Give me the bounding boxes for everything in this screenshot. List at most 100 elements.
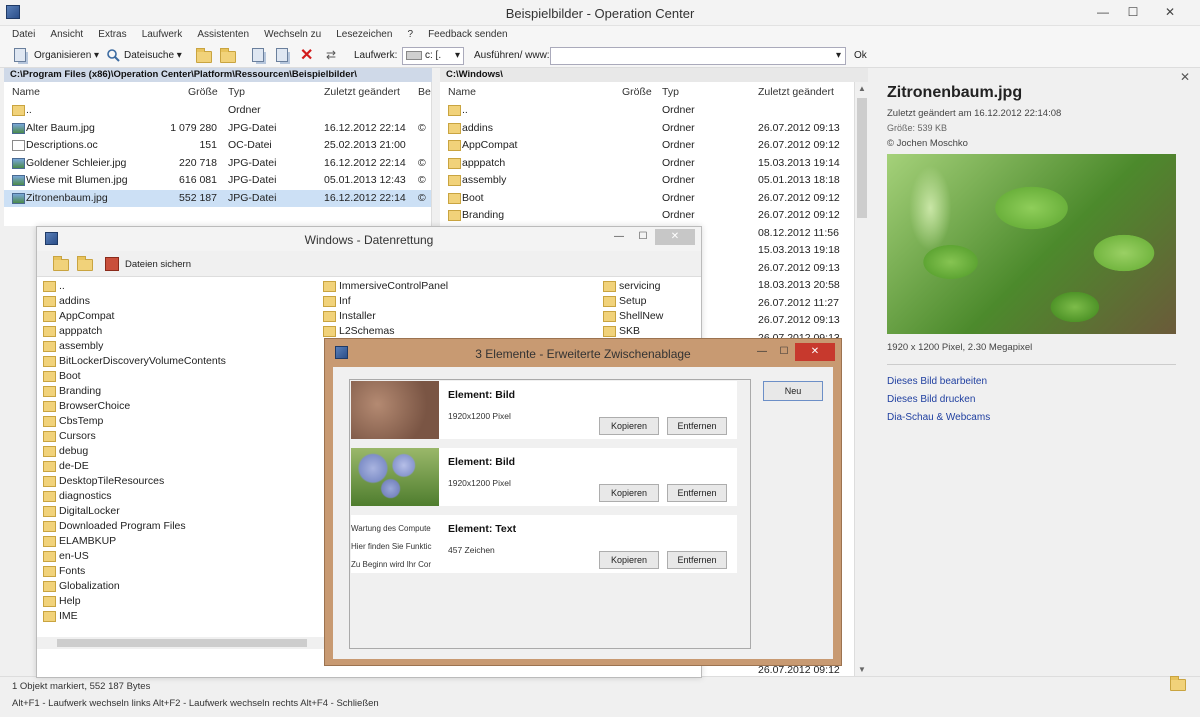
folder-list-item[interactable]: .. [43, 279, 65, 294]
table-row[interactable]: apppatch Ordner 15.03.2013 19:14 [440, 155, 852, 172]
folder-list-item[interactable]: de-DE [43, 459, 89, 474]
move-icon[interactable] [276, 48, 292, 64]
scroll-thumb[interactable] [857, 98, 867, 218]
folder-list-item[interactable]: IME [43, 609, 78, 624]
maximize-icon[interactable]: ☐ [773, 343, 795, 361]
close-icon[interactable]: ✕ [795, 343, 835, 361]
file-search-button[interactable]: Dateisuche ▾ [124, 47, 182, 65]
menu-item-lesezeichen[interactable]: Lesezeichen [336, 26, 392, 44]
folder-list-item[interactable]: Downloaded Program Files [43, 519, 186, 534]
menu-item-assistenten[interactable]: Assistenten [197, 26, 249, 44]
table-row[interactable]: Descriptions.oc 151 OC-Datei 25.02.2013 21:… [4, 137, 431, 154]
col-size[interactable]: Größe [622, 84, 652, 100]
minimize-icon[interactable]: — [751, 343, 773, 361]
clipboard-entry[interactable]: Wartung des Compute Hier finden Sie Funk… [351, 515, 737, 573]
folder-new-icon[interactable] [77, 256, 93, 275]
table-row[interactable]: addins Ordner 26.07.2012 09:13 [440, 120, 852, 137]
folder-up-icon[interactable] [196, 48, 212, 67]
folder-list-item[interactable]: apppatch [43, 324, 102, 339]
copy-button[interactable]: Kopieren [599, 551, 659, 569]
right-scrollbar[interactable]: ▲ ▼ [854, 82, 868, 676]
preview-image[interactable] [887, 154, 1176, 334]
left-file-panel[interactable]: Name Größe Typ Zuletzt geändert Be .. Ord… [4, 82, 432, 226]
folder-list-item[interactable]: Cursors [43, 429, 96, 444]
minimize-icon[interactable]: — [1088, 2, 1118, 22]
folder-list-item[interactable]: Installer [323, 309, 376, 324]
organize-button[interactable]: Organisieren ▾ [34, 47, 99, 65]
menu-item-extras[interactable]: Extras [98, 26, 126, 44]
copy-icon[interactable] [252, 48, 268, 64]
folder-list-item[interactable]: BrowserChoice [43, 399, 130, 414]
scroll-up-icon[interactable]: ▲ [855, 84, 869, 93]
table-row[interactable]: Goldener Schleier.jpg 220 718 JPG-Datei 16.… [4, 155, 431, 172]
clipboard-entry[interactable]: Element: Bild 1920x1200 Pixel Kopieren E… [351, 448, 737, 506]
folder-list-item[interactable]: AppCompat [43, 309, 114, 324]
remove-button[interactable]: Entfernen [667, 551, 727, 569]
remove-button[interactable]: Entfernen [667, 417, 727, 435]
close-icon[interactable]: ✕ [655, 229, 695, 245]
menu-item-ansicht[interactable]: Ansicht [50, 26, 83, 44]
remove-button[interactable]: Entfernen [667, 484, 727, 502]
col-modified[interactable]: Zuletzt geändert [758, 84, 834, 100]
folder-list-item[interactable]: Fonts [43, 564, 85, 579]
col-type[interactable]: Typ [662, 84, 679, 100]
folder-list-item[interactable]: CbsTemp [43, 414, 103, 429]
folder-list-item[interactable]: Inf [323, 294, 351, 309]
folder-list-item[interactable]: DigitalLocker [43, 504, 120, 519]
table-row[interactable]: Zitronenbaum.jpg 552 187 JPG-Datei 16.12.20… [4, 189, 431, 207]
maximize-icon[interactable]: ☐ [631, 229, 655, 245]
folder-list-item[interactable]: ShellNew [603, 309, 663, 324]
folder-new-icon[interactable] [220, 48, 236, 67]
maximize-icon[interactable]: ☐ [1118, 2, 1148, 22]
table-row[interactable]: Alter Baum.jpg 1 079 280 JPG-Datei 16.12.20… [4, 120, 431, 137]
edit-image-link[interactable]: Dieses Bild bearbeiten [887, 376, 987, 387]
folder-list-item[interactable]: DesktopTileResources [43, 474, 164, 489]
print-image-link[interactable]: Dieses Bild drucken [887, 394, 975, 405]
folder-list-item[interactable]: assembly [43, 339, 103, 354]
menu-item-help[interactable]: ? [407, 26, 413, 44]
table-row[interactable]: .. Ordner [4, 102, 431, 119]
right-path-bar[interactable]: C:\Windows\ [440, 68, 868, 82]
folder-list-item[interactable]: diagnostics [43, 489, 112, 504]
col-name[interactable]: Name [12, 84, 40, 100]
table-row[interactable]: Branding Ordner 26.07.2012 09:12 [440, 207, 852, 224]
col-type[interactable]: Typ [228, 84, 245, 100]
slideshow-link[interactable]: Dia-Schau & Webcams [887, 412, 990, 423]
folder-up-icon[interactable] [53, 256, 69, 275]
folder-list-item[interactable]: Setup [603, 294, 646, 309]
folder-list-item[interactable]: debug [43, 444, 88, 459]
folder-list-item[interactable]: Help [43, 594, 81, 609]
copy-button[interactable]: Kopieren [599, 417, 659, 435]
drive-select[interactable]: c: [. ▾ [402, 47, 464, 65]
table-row[interactable]: assembly Ordner 05.01.2013 18:18 [440, 172, 852, 189]
scroll-down-icon[interactable]: ▼ [855, 665, 869, 674]
run-dropdown-icon[interactable]: ▾ [836, 47, 841, 65]
table-row[interactable]: Wiese mit Blumen.jpg 616 081 JPG-Datei 05.0… [4, 172, 431, 189]
close-icon[interactable]: ✕ [1180, 70, 1190, 84]
left-path-bar[interactable]: C:\Program Files (x86)\Operation Center\… [4, 68, 432, 82]
table-row[interactable]: .. Ordner [440, 102, 852, 119]
clipboard-list[interactable]: Element: Bild 1920x1200 Pixel Kopieren E… [349, 379, 751, 649]
copy-button[interactable]: Kopieren [599, 484, 659, 502]
col-extra[interactable]: Be [418, 84, 431, 100]
save-files-icon[interactable] [105, 257, 119, 271]
delete-icon[interactable]: ✕ [300, 48, 316, 64]
rename-icon[interactable]: ⇄ [326, 48, 342, 64]
menu-item-laufwerk[interactable]: Laufwerk [142, 26, 183, 44]
folder-list-item[interactable]: BitLockerDiscoveryVolumeContents [43, 354, 226, 369]
col-size[interactable]: Größe [188, 84, 218, 100]
folder-list-item[interactable]: SKB [603, 324, 640, 339]
menu-item-feedback[interactable]: Feedback senden [428, 26, 508, 44]
folder-icon[interactable] [1170, 676, 1186, 691]
clipboard-entry[interactable]: Element: Bild 1920x1200 Pixel Kopieren E… [351, 381, 737, 439]
ok-button[interactable]: Ok [854, 47, 867, 65]
folder-list-item[interactable]: servicing [603, 279, 660, 294]
folder-list-item[interactable]: Globalization [43, 579, 120, 594]
folder-list-item[interactable]: addins [43, 294, 90, 309]
close-icon[interactable]: ✕ [1148, 2, 1192, 22]
menu-item-wechseln-zu[interactable]: Wechseln zu [264, 26, 321, 44]
folder-list-item[interactable]: L2Schemas [323, 324, 394, 339]
folder-list-item[interactable]: en-US [43, 549, 89, 564]
col-name[interactable]: Name [448, 84, 476, 100]
run-input[interactable] [550, 47, 846, 65]
